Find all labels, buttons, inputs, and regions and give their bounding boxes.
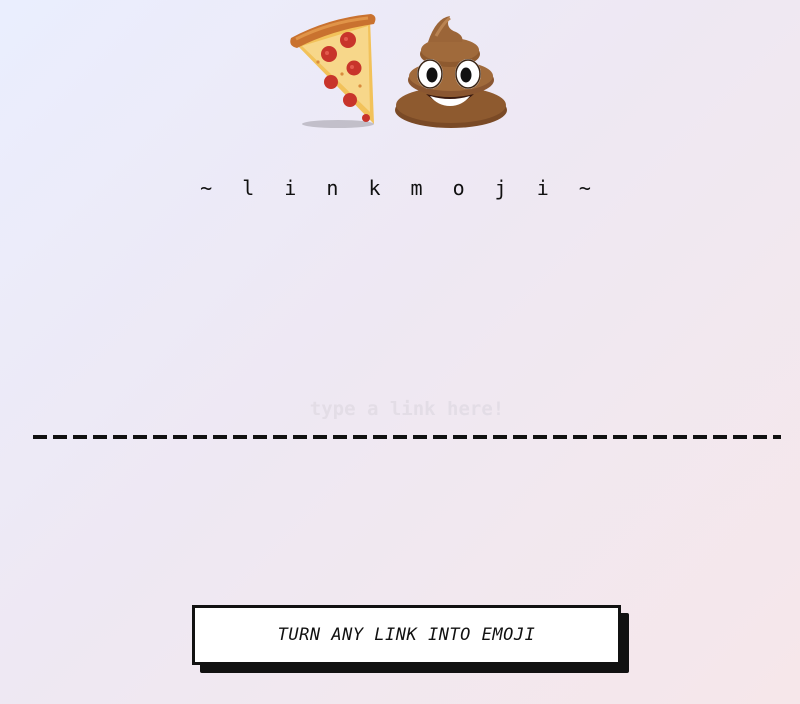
app-title: ~ l i n k m o j i ~ xyxy=(200,176,600,200)
pizza-icon xyxy=(290,14,376,128)
convert-button-container: TURN ANY LINK INTO EMOJI xyxy=(192,605,632,677)
poop-icon xyxy=(395,16,507,128)
input-underline xyxy=(33,435,781,439)
convert-link-button[interactable]: TURN ANY LINK INTO EMOJI xyxy=(192,605,621,665)
link-input[interactable] xyxy=(32,392,782,426)
logo xyxy=(0,12,800,132)
